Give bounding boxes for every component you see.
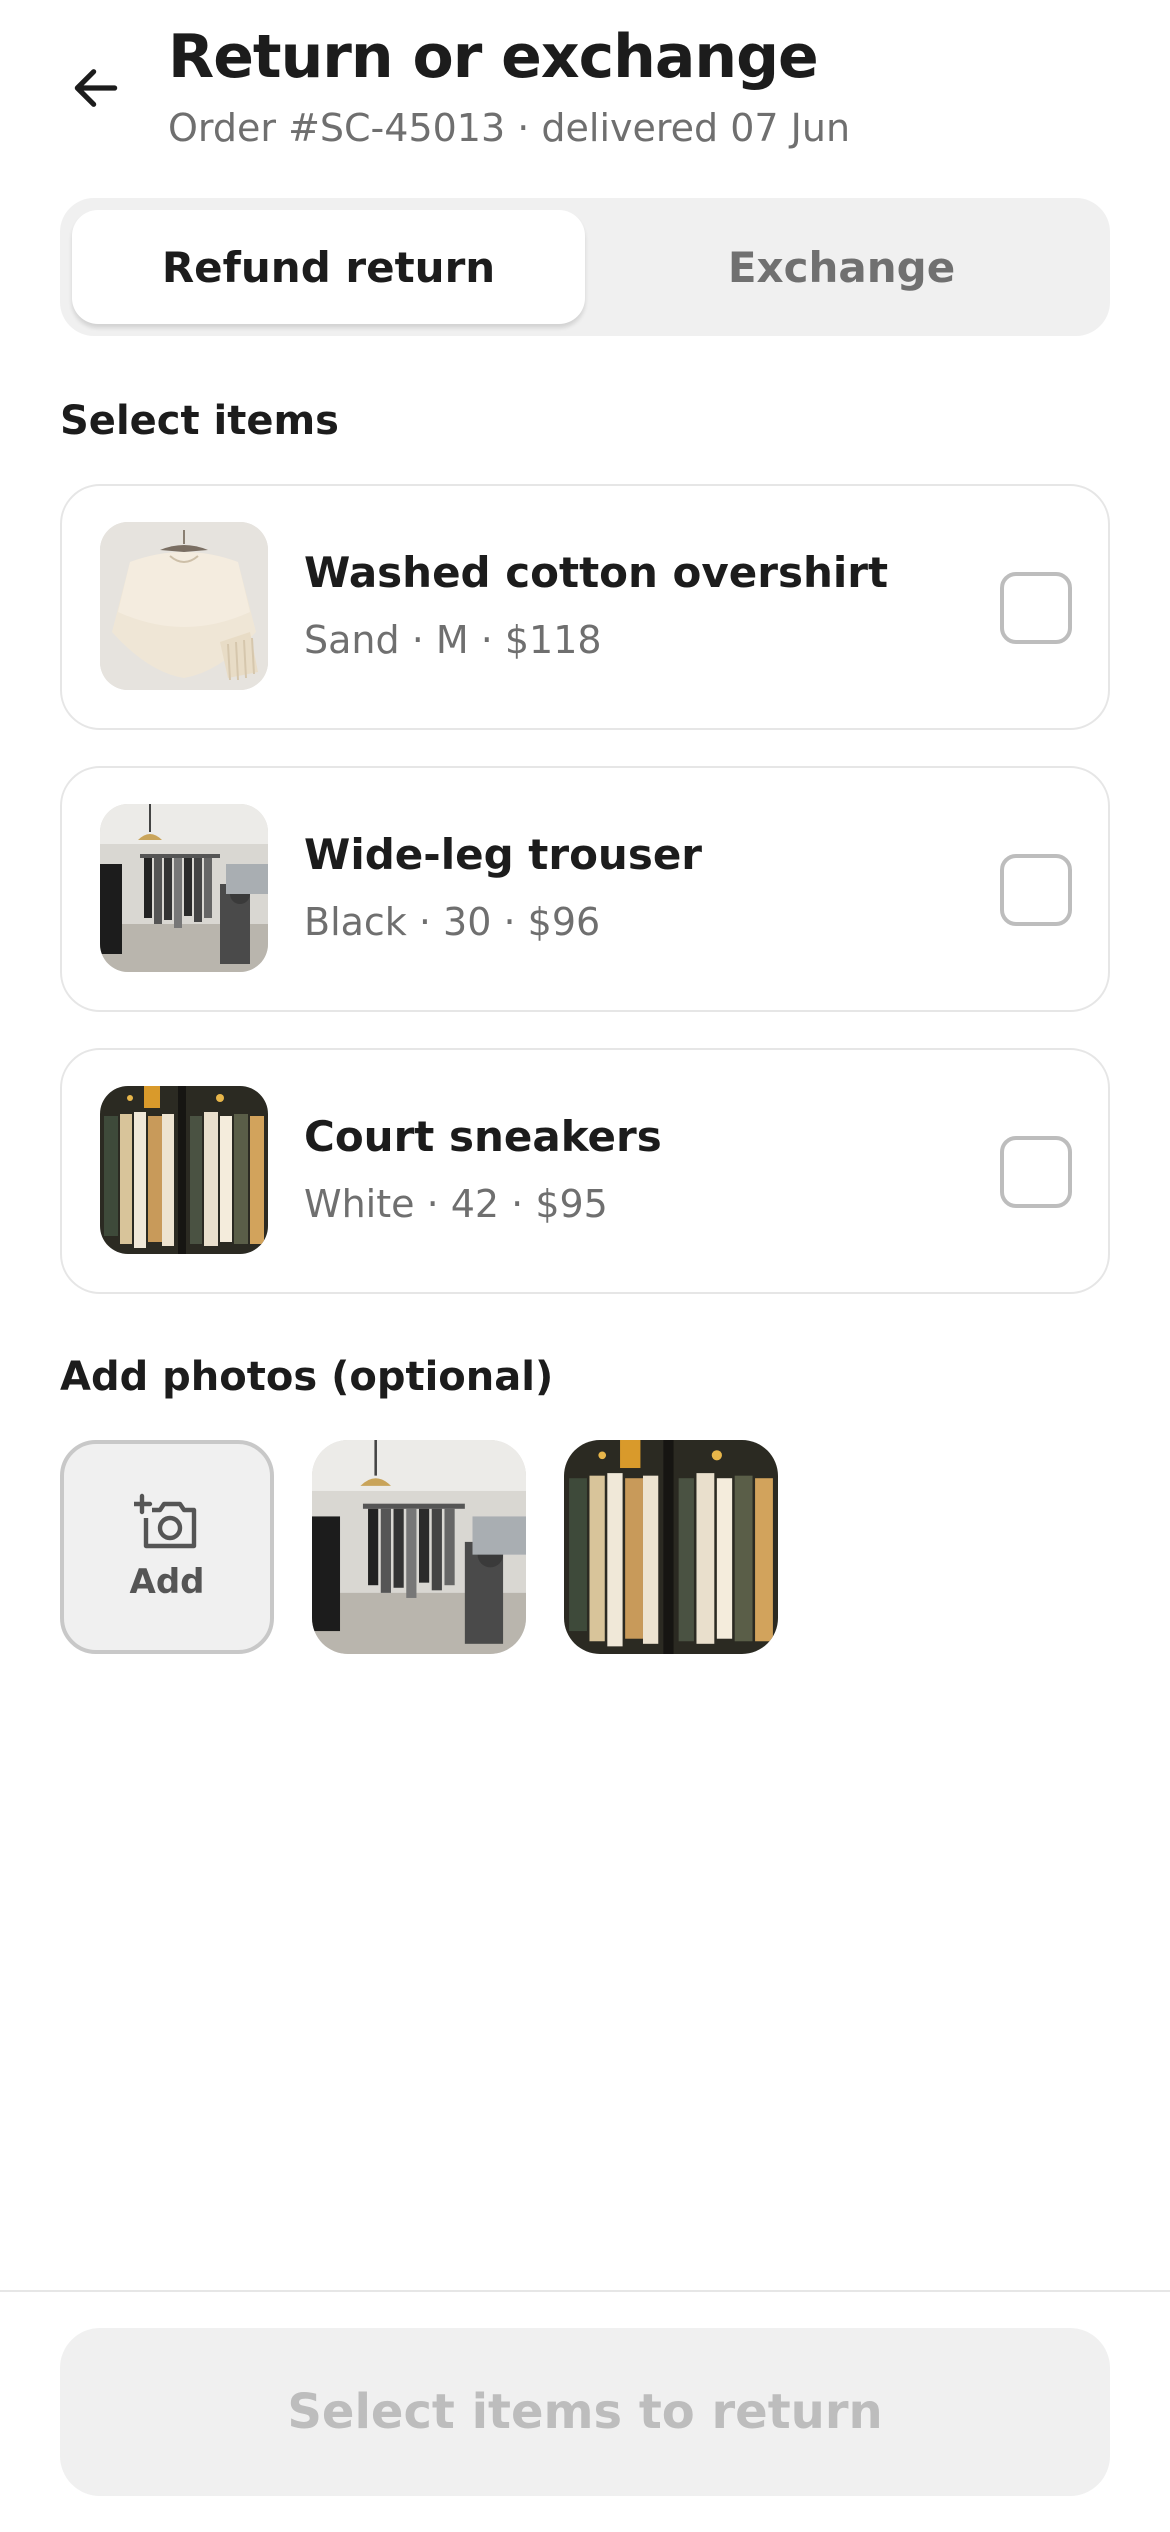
item-card[interactable]: Washed cotton overshirt Sand · M · $118 (60, 484, 1110, 730)
item-image (100, 804, 268, 972)
order-subtitle: Order #SC-45013 · delivered 07 Jun (168, 106, 851, 150)
item-name: Washed cotton overshirt (304, 548, 889, 597)
add-photo-icon (134, 1493, 197, 1549)
item-card[interactable]: Wide-leg trouser Black · 30 · $96 (60, 766, 1110, 1012)
select-items-heading: Select items (60, 398, 339, 444)
uploaded-photo[interactable] (564, 1440, 778, 1654)
footer-divider (0, 2290, 1170, 2292)
item-checkbox[interactable] (1000, 854, 1072, 926)
item-card[interactable]: Court sneakers White · 42 · $95 (60, 1048, 1110, 1294)
uploaded-photo[interactable] (312, 1440, 526, 1654)
add-photo-label: Add (129, 1562, 205, 1602)
item-checkbox[interactable] (1000, 1136, 1072, 1208)
arrow-left-icon (74, 69, 118, 107)
item-image (100, 522, 268, 690)
item-meta: Sand · M · $118 (304, 618, 602, 662)
item-image (100, 1086, 268, 1254)
item-meta: White · 42 · $95 (304, 1182, 608, 1226)
item-meta: Black · 30 · $96 (304, 900, 601, 944)
page-title: Return or exchange (168, 22, 819, 92)
item-name: Court sneakers (304, 1112, 662, 1161)
return-exchange-screen: Return or exchange Order #SC-45013 · del… (0, 0, 1170, 2532)
back-button[interactable] (60, 52, 132, 124)
tab-exchange[interactable]: Exchange (585, 210, 1098, 324)
item-name: Wide-leg trouser (304, 830, 703, 879)
item-checkbox[interactable] (1000, 572, 1072, 644)
add-photo-button[interactable]: Add (60, 1440, 274, 1654)
add-photos-heading: Add photos (optional) (60, 1354, 554, 1400)
tab-refund-return[interactable]: Refund return (72, 210, 585, 324)
submit-return-button[interactable]: Select items to return (60, 2328, 1110, 2496)
return-mode-segmented-control: Refund return Exchange (60, 198, 1110, 336)
